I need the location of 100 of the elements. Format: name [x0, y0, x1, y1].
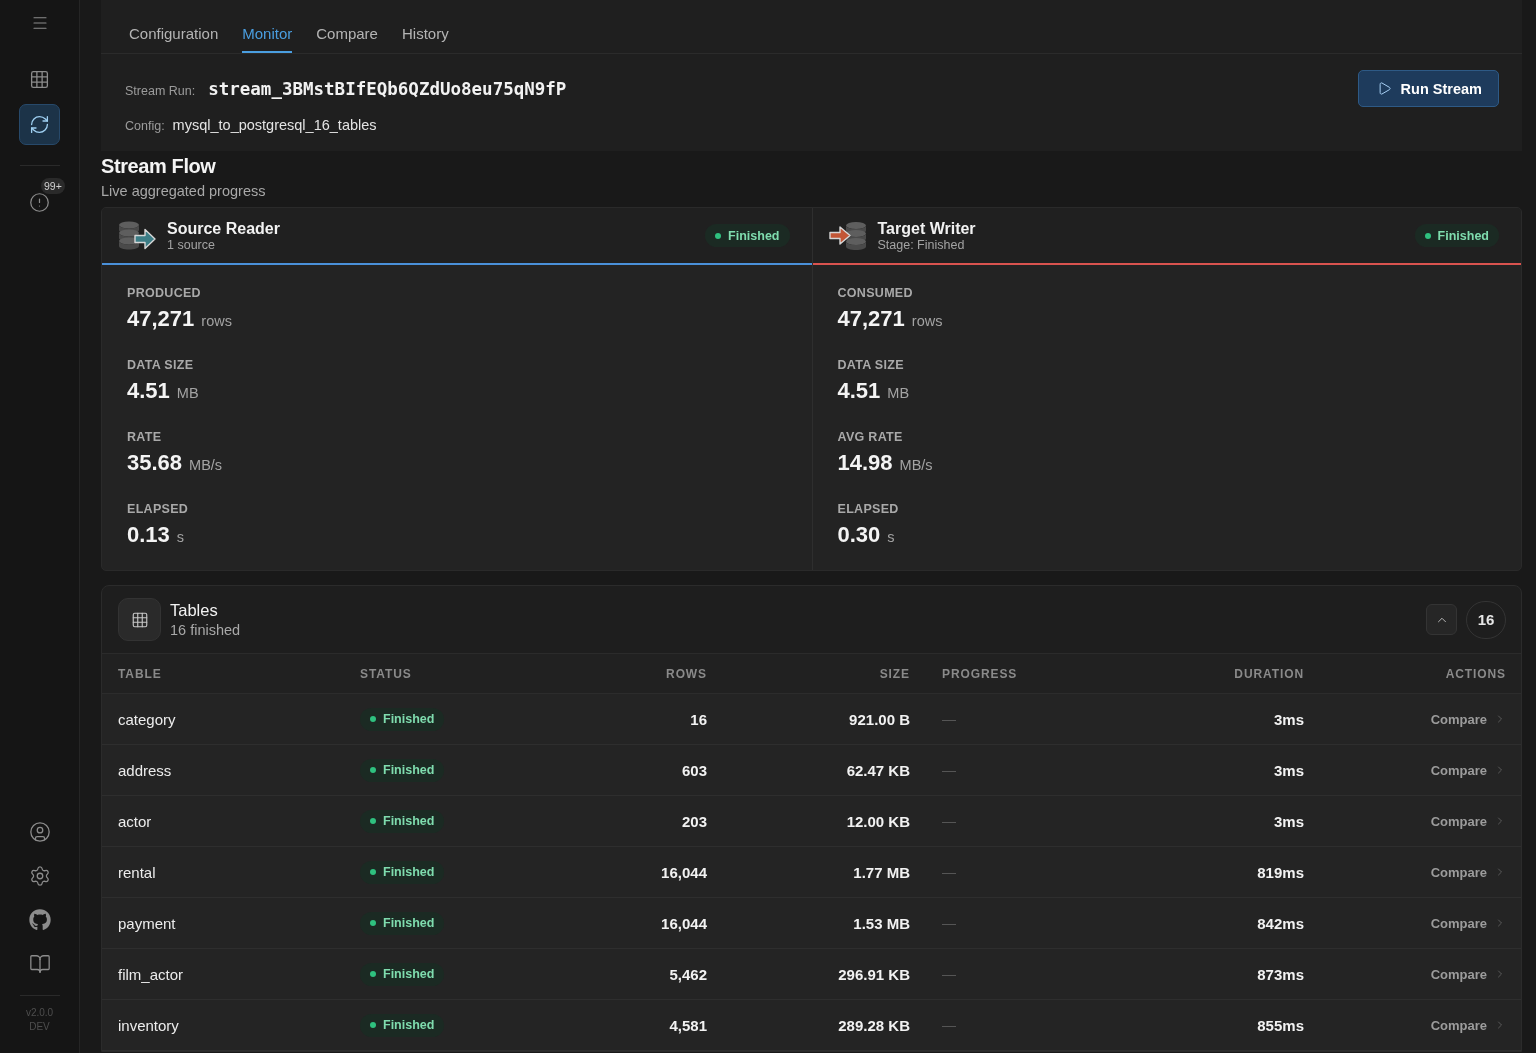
- settings-icon[interactable]: [28, 865, 51, 887]
- duration-cell: 842ms: [1257, 914, 1304, 932]
- status-dot-icon: [370, 1022, 376, 1028]
- table-name-cell: inventory: [118, 1016, 179, 1034]
- stat-label: AVG RATE: [837, 430, 904, 444]
- progress-cell: —: [942, 915, 956, 931]
- row-count-cell: 203: [681, 812, 707, 830]
- table-name-cell: payment: [118, 914, 176, 932]
- progress-cell: —: [942, 813, 956, 829]
- status-dot-icon: [370, 716, 376, 722]
- status-dot-icon: [370, 767, 376, 773]
- status-dot-icon: [370, 869, 376, 875]
- panel-title: Tables: [170, 600, 218, 621]
- progress-cell: —: [942, 966, 956, 982]
- table-name-cell: actor: [118, 812, 152, 830]
- stage-title: Source Reader: [167, 218, 280, 238]
- size-cell: 1.53 MB: [853, 914, 910, 932]
- status-label: Finished: [383, 762, 435, 778]
- stat-unit: s: [176, 528, 185, 546]
- run-stream-button[interactable]: Run Stream: [1357, 70, 1499, 107]
- column-header: STATUS: [360, 666, 412, 681]
- stat-value: 0.30: [837, 522, 881, 548]
- compare-button[interactable]: Compare: [1430, 711, 1506, 727]
- status-label: Finished: [383, 711, 435, 727]
- stat-label: CONSUMED: [837, 286, 914, 300]
- stage-detail: 1 source: [167, 237, 215, 253]
- run-label: Stream Run:: [125, 83, 196, 100]
- row-count-cell: 16: [690, 710, 707, 728]
- row-count-cell: 4,581: [669, 1016, 707, 1034]
- status-label: Finished: [1437, 227, 1489, 244]
- alert-count: 99+: [41, 178, 65, 194]
- compare-button[interactable]: Compare: [1430, 762, 1506, 778]
- stat-value: 14.98: [837, 450, 893, 476]
- table-icon: [29, 69, 50, 90]
- stat-unit: rows: [911, 312, 943, 330]
- status-label: Finished: [383, 813, 435, 829]
- size-cell: 289.28 KB: [838, 1016, 910, 1034]
- alert-icon[interactable]: [29, 191, 50, 213]
- stat-unit: MB/s: [899, 456, 933, 474]
- stat-unit: MB/s: [189, 456, 223, 474]
- stream-run-id: stream_3BMstBIfEQb6QZdUo8eu75qN9fP: [208, 78, 567, 101]
- progress-cell: —: [942, 864, 956, 880]
- progress-cell: —: [942, 1017, 956, 1033]
- stat-label: ELAPSED: [837, 502, 899, 516]
- status-dot-icon: [1424, 232, 1431, 239]
- stat-value: 47,271: [127, 306, 195, 332]
- user-icon[interactable]: [28, 821, 51, 843]
- status-dot-icon: [370, 971, 376, 977]
- progress-cell: —: [942, 711, 956, 727]
- tab[interactable]: Configuration: [129, 0, 219, 53]
- size-cell: 62.47 KB: [846, 761, 910, 779]
- column-header: DURATION: [1234, 666, 1304, 681]
- stat-value: 4.51: [837, 378, 881, 404]
- row-count-cell: 603: [681, 761, 707, 779]
- compare-button[interactable]: Compare: [1430, 966, 1506, 982]
- book-icon[interactable]: [28, 953, 51, 975]
- stat-label: PRODUCED: [127, 286, 202, 300]
- database-arrow-icon: [828, 220, 867, 251]
- stat-unit: s: [887, 528, 895, 546]
- stat-unit: rows: [201, 312, 232, 330]
- duration-cell: 3ms: [1273, 710, 1304, 728]
- compare-button[interactable]: Compare: [1430, 915, 1506, 931]
- table-name-cell: film_actor: [118, 965, 184, 983]
- stat-value: 4.51: [127, 378, 170, 404]
- section-subtitle: Live aggregated progress: [101, 182, 267, 200]
- size-cell: 1.77 MB: [853, 863, 910, 881]
- size-cell: 921.00 B: [849, 710, 910, 728]
- duration-cell: 819ms: [1257, 863, 1304, 881]
- tab[interactable]: Monitor: [242, 0, 293, 53]
- stat-label: ELAPSED: [127, 502, 189, 516]
- status-dot-icon: [370, 920, 376, 926]
- status-dot-icon: [370, 818, 376, 824]
- stat-label: DATA SIZE: [837, 358, 905, 372]
- database-arrow-icon: [118, 220, 156, 251]
- duration-cell: 3ms: [1273, 761, 1304, 779]
- refresh-icon: [29, 114, 50, 135]
- table-name-cell: category: [118, 710, 176, 728]
- compare-button[interactable]: Compare: [1430, 1017, 1506, 1033]
- column-header: ACTIONS: [1445, 666, 1506, 681]
- table-name-cell: address: [118, 761, 172, 779]
- stat-value: 0.13: [127, 522, 170, 548]
- play-icon: [1376, 81, 1392, 96]
- column-header: TABLE: [118, 666, 162, 681]
- row-count-cell: 16,044: [661, 863, 707, 881]
- panel-subtitle: 16 finished: [170, 621, 241, 639]
- stat-value: 35.68: [127, 450, 183, 476]
- nav-button[interactable]: [19, 104, 60, 145]
- config-label: Config:: [125, 118, 165, 135]
- compare-button[interactable]: Compare: [1430, 864, 1506, 880]
- stat-value: 47,271: [837, 306, 905, 332]
- tab[interactable]: Compare: [316, 0, 378, 53]
- section-title: Stream Flow: [101, 154, 217, 178]
- compare-button[interactable]: Compare: [1430, 813, 1506, 829]
- column-header: ROWS: [666, 666, 707, 681]
- github-icon[interactable]: [28, 909, 51, 931]
- menu-icon[interactable]: [30, 14, 49, 32]
- stat-unit: MB: [887, 384, 910, 402]
- size-cell: 296.91 KB: [838, 965, 910, 983]
- table-icon: [118, 598, 161, 641]
- tab[interactable]: History: [401, 0, 449, 53]
